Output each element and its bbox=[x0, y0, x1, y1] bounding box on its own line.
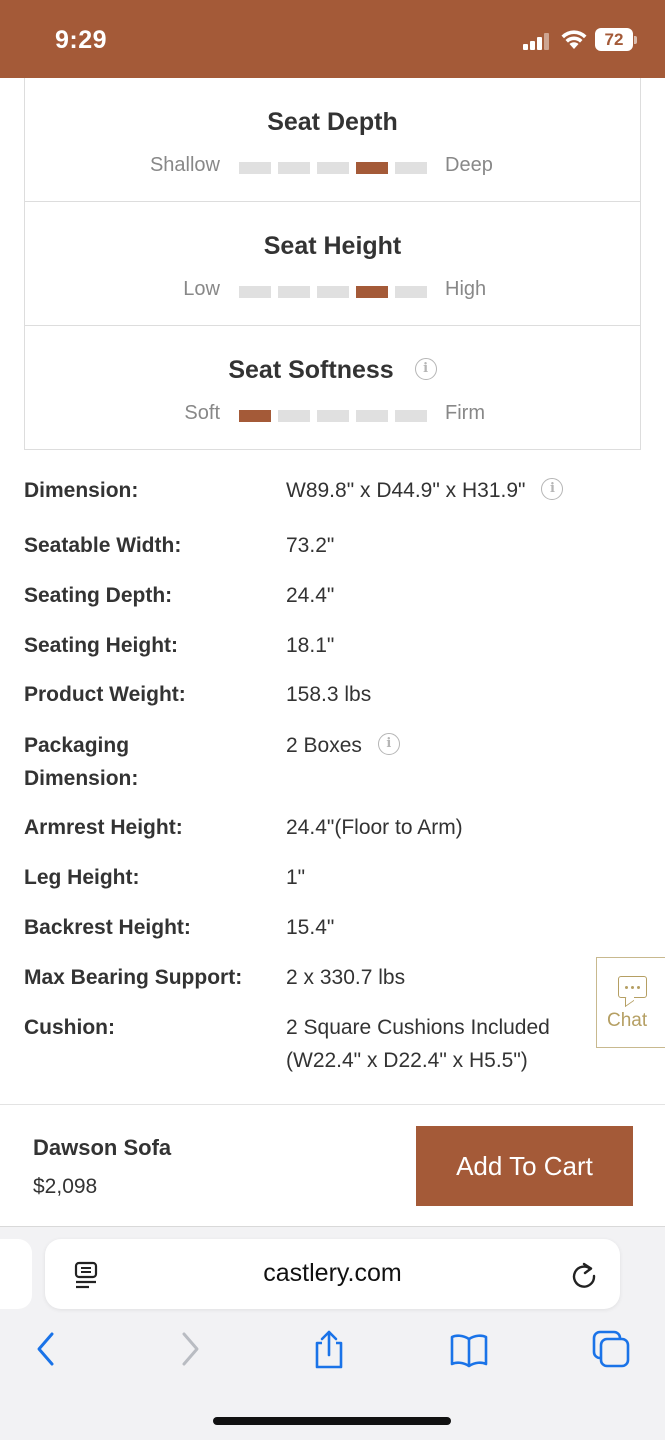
spec-value: 2 Boxes bbox=[286, 734, 362, 757]
info-icon[interactable]: i bbox=[377, 733, 400, 756]
share-icon[interactable] bbox=[311, 1329, 347, 1369]
spec-label: Packaging bbox=[24, 734, 130, 757]
scale-min-label: Soft bbox=[184, 402, 220, 424]
rating-seat-softness: Seat Softness i Soft Firm bbox=[25, 325, 640, 448]
spec-value: W89.8" x D44.9" x H31.9" bbox=[286, 479, 526, 502]
info-icon[interactable]: i bbox=[541, 478, 564, 501]
product-name: Dawson Sofa bbox=[33, 1135, 172, 1160]
url-text: castlery.com bbox=[263, 1259, 402, 1287]
comfort-ratings: Seat Depth Shallow Deep Seat Height Low … bbox=[24, 78, 641, 450]
scale-max-label: Deep bbox=[445, 154, 493, 176]
spec-label: Max Bearing Support: bbox=[24, 966, 243, 989]
rating-scale: Low High bbox=[25, 278, 640, 304]
reload-icon[interactable] bbox=[570, 1261, 598, 1289]
rating-title: Seat Height bbox=[263, 232, 402, 260]
rating-seat-depth: Seat Depth Shallow Deep bbox=[25, 78, 640, 201]
spec-value: 15.4" bbox=[286, 916, 335, 939]
info-icon[interactable]: i bbox=[414, 358, 437, 381]
rating-meter bbox=[239, 162, 429, 174]
spec-label: Seating Height: bbox=[24, 634, 179, 657]
spec-label: Leg Height: bbox=[24, 866, 140, 889]
spec-value: 24.4"(Floor to Arm) bbox=[286, 816, 463, 839]
tabs-icon[interactable] bbox=[591, 1329, 631, 1369]
wifi-icon bbox=[561, 30, 587, 49]
rating-title: Seat Depth bbox=[267, 108, 398, 136]
status-bar: 9:29 72 bbox=[0, 0, 665, 78]
spec-value: 18.1" bbox=[286, 634, 335, 657]
spec-value: 2 x 330.7 lbs bbox=[286, 966, 406, 989]
chat-bubble-icon bbox=[618, 976, 647, 998]
forward-icon[interactable] bbox=[177, 1329, 203, 1369]
rating-scale: Soft Firm bbox=[25, 402, 640, 428]
product-price: $2,098 bbox=[33, 1175, 98, 1198]
spec-value: 158.3 lbs bbox=[286, 683, 372, 706]
spec-label: Dimension: bbox=[24, 767, 139, 790]
spec-label: Cushion: bbox=[24, 1016, 115, 1039]
status-time: 9:29 bbox=[55, 26, 108, 54]
scale-min-label: Low bbox=[183, 278, 220, 300]
spec-value: 2 Square Cushions Included bbox=[286, 1016, 550, 1039]
spec-label: Seating Depth: bbox=[24, 584, 173, 607]
battery-level: 72 bbox=[595, 28, 633, 51]
rating-seat-height: Seat Height Low High bbox=[25, 201, 640, 324]
previous-tab-preview[interactable] bbox=[0, 1239, 32, 1309]
bookmarks-icon[interactable] bbox=[449, 1329, 489, 1369]
spec-label: Dimension: bbox=[24, 479, 139, 502]
scale-max-label: High bbox=[445, 278, 487, 300]
spec-label: Armrest Height: bbox=[24, 816, 183, 839]
spec-value: 1" bbox=[286, 866, 306, 889]
spec-value: 24.4" bbox=[286, 584, 335, 607]
rating-meter bbox=[239, 410, 429, 422]
home-indicator bbox=[213, 1417, 451, 1425]
rating-meter bbox=[239, 286, 429, 298]
scale-max-label: Firm bbox=[445, 402, 485, 424]
address-bar[interactable]: castlery.com bbox=[45, 1239, 620, 1309]
spec-label: Product Weight: bbox=[24, 683, 186, 706]
scale-min-label: Shallow bbox=[149, 154, 220, 176]
spec-value: 73.2" bbox=[286, 534, 335, 557]
rating-scale: Shallow Deep bbox=[25, 154, 640, 180]
back-icon[interactable] bbox=[33, 1329, 59, 1369]
battery-icon: 72 bbox=[595, 28, 638, 51]
spec-label: Seatable Width: bbox=[24, 534, 182, 557]
chat-button[interactable]: Chat bbox=[596, 957, 665, 1048]
add-to-cart-button[interactable]: Add To Cart bbox=[416, 1126, 633, 1206]
spec-value: (W22.4" x D22.4" x H5.5") bbox=[286, 1049, 528, 1072]
chat-label: Chat bbox=[607, 1010, 648, 1031]
browser-toolbar: castlery.com bbox=[0, 1226, 665, 1440]
spec-label: Backrest Height: bbox=[24, 916, 191, 939]
purchase-bar: Dawson Sofa $2,098 Add To Cart bbox=[0, 1104, 665, 1226]
rating-title: Seat Softness bbox=[228, 356, 394, 384]
signal-icon bbox=[523, 33, 551, 50]
